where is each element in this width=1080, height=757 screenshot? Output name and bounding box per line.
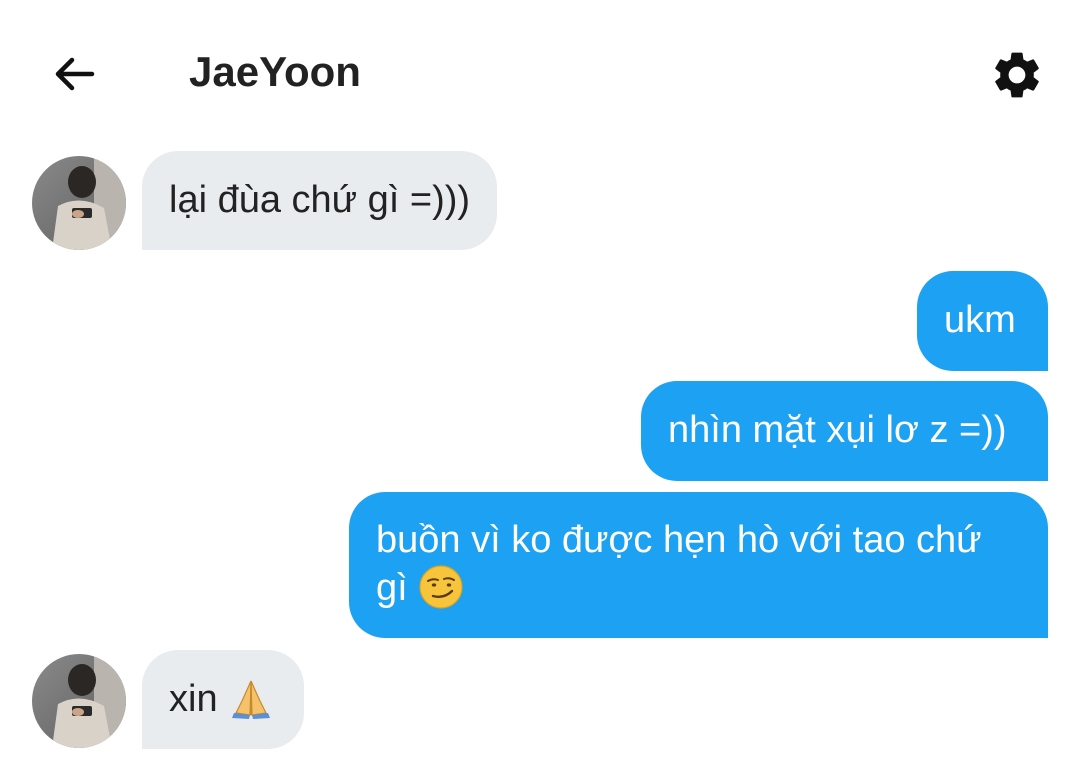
chat-title: JaeYoon xyxy=(189,48,361,95)
message-text: xin xyxy=(169,678,218,720)
message-text: ukm xyxy=(944,299,1016,341)
chat-header: JaeYoon xyxy=(0,0,1080,140)
message-bubble-incoming[interactable]: lại đùa chứ gì =))) xyxy=(142,151,498,250)
message-text: lại đùa chứ gì =))) xyxy=(169,179,471,221)
message-text-line: buồn vì ko được hẹn hò với tao chứ xyxy=(376,519,982,561)
message-bubble-outgoing[interactable]: buồn vì ko được hẹn hò với tao chứ gì xyxy=(349,492,1048,638)
settings-button[interactable] xyxy=(986,44,1048,106)
message-bubble-incoming[interactable]: xin xyxy=(142,650,304,749)
avatar[interactable] xyxy=(32,156,126,250)
message-bubble-outgoing[interactable]: nhìn mặt xụi lơ z =)) xyxy=(641,381,1048,481)
avatar-photo xyxy=(32,654,126,748)
folded-hands-emoji xyxy=(232,680,271,719)
smirking-face-emoji xyxy=(419,565,463,609)
arrow-left-icon xyxy=(55,57,95,91)
message-text-line: gì xyxy=(376,564,1021,612)
message-text: gì xyxy=(376,567,408,609)
avatar-photo xyxy=(32,156,126,250)
message-bubble-outgoing[interactable]: ukm xyxy=(917,271,1048,371)
message-text: nhìn mặt xụi lơ z =)) xyxy=(668,409,1007,451)
back-button[interactable] xyxy=(44,46,104,102)
avatar[interactable] xyxy=(32,654,126,748)
gear-icon xyxy=(995,52,1039,98)
